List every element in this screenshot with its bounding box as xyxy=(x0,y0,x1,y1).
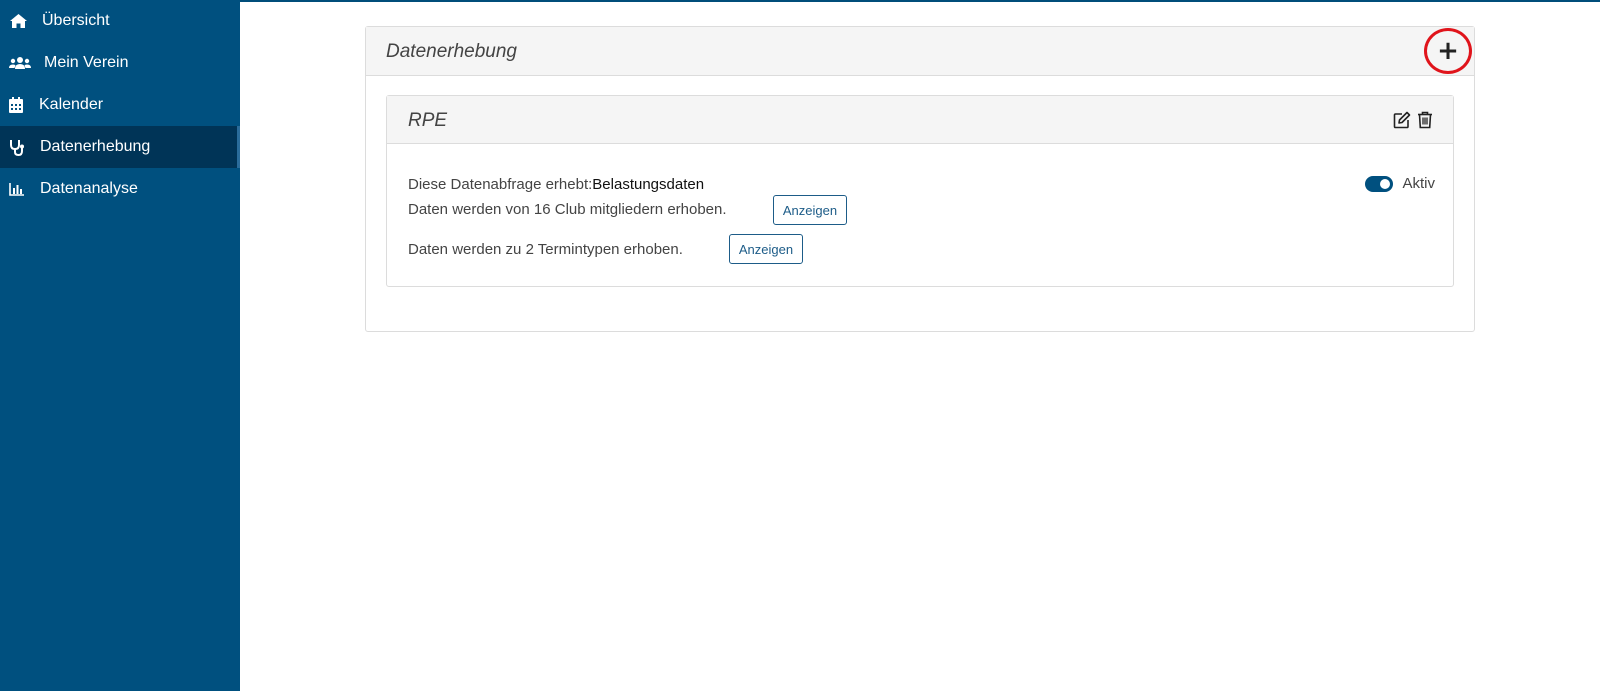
sidebar-item-kalender[interactable]: Kalender xyxy=(0,84,240,126)
sidebar-item-datenanalyse[interactable]: Datenanalyse xyxy=(0,168,240,210)
sidebar-item-mein-verein[interactable]: Mein Verein xyxy=(0,42,240,84)
sidebar-item-label: Kalender xyxy=(39,96,104,113)
active-toggle[interactable] xyxy=(1365,176,1394,192)
survey-title: RPE xyxy=(408,110,448,131)
users-icon xyxy=(9,54,31,72)
sidebar-item-datenerhebung[interactable]: Datenerhebung xyxy=(0,126,240,168)
sidebar-item-label: Übersicht xyxy=(42,12,110,29)
appointment-types-info: Daten werden zu 2 Termintypen erhoben. xyxy=(408,241,683,258)
bar-chart-icon xyxy=(7,180,27,198)
show-members-button[interactable]: Anzeigen xyxy=(773,195,847,225)
active-toggle-label: Aktiv xyxy=(1402,175,1435,192)
survey-description: Diese Datenabfrage erhebt:Belastungsdate… xyxy=(408,176,704,194)
collected-data-type: Belastungsdaten xyxy=(592,176,705,193)
show-appointment-types-button[interactable]: Anzeigen xyxy=(729,234,803,264)
members-info: Daten werden von 16 Club mitgliedern erh… xyxy=(408,201,727,218)
sidebar: Übersicht Mein Verein Kalender Datenerhe… xyxy=(0,0,240,691)
plus-icon: + xyxy=(1437,36,1459,66)
trash-icon[interactable] xyxy=(1417,111,1435,129)
top-border xyxy=(240,0,1600,2)
sidebar-item-uebersicht[interactable]: Übersicht xyxy=(0,0,240,42)
survey-card: RPE Diese Datenabfrage erhebt:Belastungs… xyxy=(386,95,1454,287)
sidebar-item-label: Mein Verein xyxy=(44,54,129,71)
toggle-knob xyxy=(1380,179,1391,189)
description-prefix: Diese Datenabfrage erhebt: xyxy=(408,176,593,193)
add-survey-button[interactable]: + xyxy=(1424,28,1472,74)
stethoscope-icon xyxy=(7,138,27,156)
active-toggle-group: Aktiv xyxy=(1365,175,1435,193)
edit-icon[interactable] xyxy=(1393,111,1411,129)
page-title: Datenerhebung xyxy=(386,41,517,62)
sidebar-item-label: Datenanalyse xyxy=(40,180,138,197)
card-header: Datenerhebung + xyxy=(366,27,1474,76)
home-icon xyxy=(8,12,28,30)
survey-card-header: RPE xyxy=(387,96,1453,144)
sidebar-item-label: Datenerhebung xyxy=(40,138,151,155)
datenerhebung-card: Datenerhebung + RPE Diese Datenabfrage e… xyxy=(365,26,1475,332)
calendar-icon xyxy=(6,96,26,114)
